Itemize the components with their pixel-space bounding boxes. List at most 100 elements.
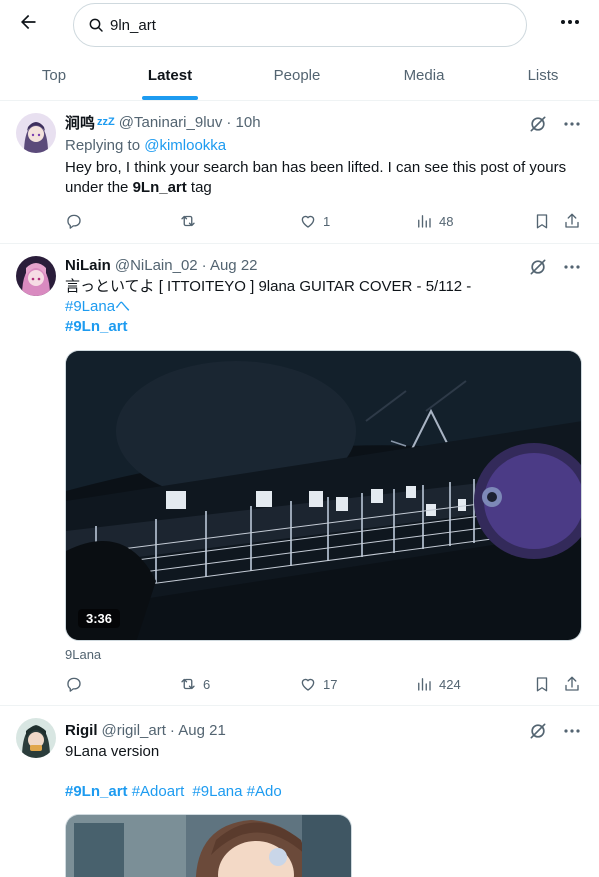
tweet[interactable]: Rigil @rigil_art · Aug 21 9Lana version …	[0, 706, 599, 877]
grok-icon	[530, 259, 546, 275]
more-horizontal-icon	[561, 20, 579, 24]
avatar[interactable]	[16, 718, 56, 758]
artwork-image	[66, 815, 351, 877]
heart-icon	[301, 215, 315, 228]
hashtag-link[interactable]: #9Ln_art	[65, 783, 128, 800]
search-input[interactable]	[110, 16, 490, 34]
timestamp[interactable]: · Aug 22	[202, 257, 258, 274]
more-horizontal-icon	[564, 122, 580, 126]
like-count: 1	[323, 213, 331, 229]
tab-people[interactable]: People	[242, 50, 352, 101]
search-tabs: Top Latest People Media Lists	[0, 50, 599, 101]
like-button[interactable]: 17	[299, 673, 337, 695]
grok-button[interactable]	[527, 720, 549, 742]
views-button[interactable]: 424	[415, 673, 461, 695]
hashtag-link[interactable]: #9Lanaへ	[65, 297, 585, 317]
hashtag-link[interactable]: #Adoart	[132, 783, 185, 800]
tweet[interactable]: NiLain @NiLain_02 · Aug 22 言っといてよ [ ITTO…	[0, 244, 599, 706]
views-icon	[418, 678, 431, 691]
view-count: 48	[439, 213, 454, 229]
tweet-header: NiLain @NiLain_02 · Aug 22	[65, 255, 258, 275]
tweet-text-line: Hey bro, I think your search ban has bee…	[65, 159, 567, 176]
user-handle[interactable]: @rigil_art	[102, 722, 166, 739]
avatar[interactable]	[16, 256, 56, 296]
bookmark-icon	[536, 214, 548, 229]
hashtag-link[interactable]: #Ado	[247, 783, 282, 800]
repost-icon	[181, 215, 195, 227]
search-box[interactable]	[73, 3, 527, 47]
video-thumbnail	[66, 351, 581, 640]
search-icon	[89, 18, 103, 32]
grok-icon	[530, 723, 546, 739]
heart-icon	[301, 678, 315, 691]
tweet-hashtags: #9Ln_art #Adoart #9Lana #Ado	[65, 782, 585, 802]
repost-button[interactable]: 6	[179, 673, 210, 695]
grok-button[interactable]	[527, 113, 549, 135]
views-icon	[418, 215, 431, 228]
tweet-actions: 6 17 424	[65, 673, 585, 695]
reply-icon	[67, 677, 81, 692]
tweet-header: Rigil @rigil_art · Aug 21	[65, 720, 226, 740]
media-source-label[interactable]: 9Lana	[65, 647, 101, 662]
share-icon	[565, 213, 579, 228]
hashtag-link[interactable]: #9Lana	[192, 783, 242, 800]
repost-icon	[181, 678, 195, 690]
display-name[interactable]: 涧鸣	[65, 112, 95, 133]
tweet-bold-text: 9Ln_art	[132, 179, 187, 196]
bookmark-button[interactable]	[533, 673, 551, 695]
like-button[interactable]: 1	[299, 210, 330, 232]
user-handle[interactable]: @Taninari_9luv	[119, 114, 223, 131]
tweet-top-icons	[527, 256, 583, 278]
hashtag-link[interactable]: #9Ln_art	[65, 317, 585, 337]
repost-count: 6	[203, 676, 211, 692]
tweet-header: 涧鸣 zzZ @Taninari_9luv · 10h	[65, 112, 261, 132]
video-player[interactable]: 3:36	[65, 350, 582, 641]
tweet-text-line: 言っといてよ [ ITTOITEYO ] 9lana GUITAR COVER …	[65, 278, 472, 295]
more-options-button[interactable]	[556, 10, 584, 34]
share-button[interactable]	[563, 673, 581, 695]
grok-button[interactable]	[527, 256, 549, 278]
tweet-top-icons	[527, 720, 583, 742]
tweet-more-button[interactable]	[561, 720, 583, 742]
display-name[interactable]: NiLain	[65, 257, 111, 274]
tweet-text: 言っといてよ [ ITTOITEYO ] 9lana GUITAR COVER …	[65, 277, 585, 337]
views-button[interactable]: 48	[415, 210, 453, 232]
tab-media[interactable]: Media	[370, 50, 478, 101]
tab-lists[interactable]: Lists	[488, 50, 598, 101]
name-emoji-suffix: zzZ	[97, 116, 115, 128]
top-bar	[0, 0, 599, 50]
reply-button[interactable]	[65, 673, 89, 695]
back-button[interactable]	[14, 8, 42, 36]
tweet-actions: 1 48	[65, 210, 585, 232]
bookmark-icon	[536, 677, 548, 692]
image-attachment[interactable]	[65, 814, 352, 877]
reply-prefix: Replying to	[65, 137, 141, 154]
tab-latest[interactable]: Latest	[116, 50, 224, 101]
arrow-left-icon	[21, 14, 36, 30]
tweet[interactable]: 涧鸣 zzZ @Taninari_9luv · 10h Replying to …	[0, 101, 599, 244]
reply-button[interactable]	[65, 210, 89, 232]
tweet-text-segment: tag	[190, 179, 212, 196]
reply-context: Replying to @kimlookka	[65, 136, 585, 156]
bookmark-button[interactable]	[533, 210, 551, 232]
tweet-top-icons	[527, 113, 583, 135]
avatar[interactable]	[16, 113, 56, 153]
repost-button[interactable]	[179, 210, 203, 232]
like-count: 17	[323, 676, 338, 692]
timestamp[interactable]: · Aug 21	[170, 722, 226, 739]
display-name[interactable]: Rigil	[65, 722, 98, 739]
tab-top[interactable]: Top	[0, 50, 108, 101]
view-count: 424	[439, 676, 461, 692]
grok-icon	[530, 116, 546, 132]
reply-to-link[interactable]: @kimlookka	[144, 137, 226, 154]
timestamp[interactable]: · 10h	[226, 114, 260, 131]
user-handle[interactable]: @NiLain_02	[115, 257, 198, 274]
active-tab-indicator	[142, 96, 198, 100]
tweet-more-button[interactable]	[561, 113, 583, 135]
tweet-more-button[interactable]	[561, 256, 583, 278]
more-horizontal-icon	[564, 729, 580, 733]
share-button[interactable]	[563, 210, 581, 232]
tweet-text: 9Lana version	[65, 743, 160, 760]
video-duration: 3:36	[78, 609, 121, 628]
more-horizontal-icon	[564, 265, 580, 269]
